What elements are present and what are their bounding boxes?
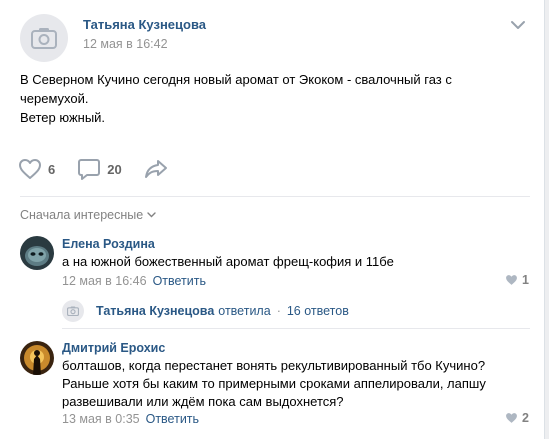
camera-icon xyxy=(67,306,79,316)
separator: · xyxy=(276,304,281,318)
sort-label: Сначала интересные xyxy=(20,208,144,222)
post-menu-button[interactable] xyxy=(510,18,526,33)
reply-button[interactable]: Ответить xyxy=(153,274,206,288)
divider xyxy=(20,196,530,197)
comment-text-line: Раньше хотя бы каким то примерными срока… xyxy=(62,376,486,391)
like-count: 6 xyxy=(48,161,56,177)
reply-author-name[interactable]: Татьяна Кузнецова xyxy=(96,304,214,318)
chevron-down-icon xyxy=(147,212,156,218)
like-button[interactable]: 6 xyxy=(18,158,55,180)
avatar-image xyxy=(20,341,54,375)
post-date[interactable]: 12 мая в 16:42 xyxy=(83,37,168,51)
reply-button[interactable]: Ответить xyxy=(146,412,199,426)
comment-like-button[interactable]: 1 xyxy=(505,273,529,287)
post-author-avatar[interactable] xyxy=(20,14,68,62)
comment-meta: 12 мая в 16:46 Ответить xyxy=(62,274,206,288)
comment-date[interactable]: 12 мая в 16:46 xyxy=(62,274,147,288)
comment-text: а на южной божественный аромат фрещ-кофи… xyxy=(62,254,394,269)
reply-author-avatar xyxy=(62,300,84,322)
reply-count[interactable]: 16 ответов xyxy=(287,304,349,318)
camera-icon xyxy=(31,28,57,49)
comment-like-count: 1 xyxy=(522,273,529,287)
comment-like-count: 2 xyxy=(522,411,529,425)
comment-text-line: развешивали или ждём пока сам выдохнется… xyxy=(62,394,344,409)
post-text-line: В Северном Кучино сегодня новый аромат о… xyxy=(20,72,452,87)
comment-text-line: болташов, когда перестанет вонять рекуль… xyxy=(62,358,486,373)
chevron-down-icon xyxy=(511,21,525,29)
post-text-line: черемухой. xyxy=(20,91,89,106)
post-text-line: Ветер южный. xyxy=(20,110,106,125)
comment-date[interactable]: 13 мая в 0:35 xyxy=(62,412,140,426)
post-card: Татьяна Кузнецова 12 мая в 16:42 В Север… xyxy=(0,0,545,439)
comment-sort-dropdown[interactable]: Сначала интересные xyxy=(20,208,156,222)
post-actions: 6 20 xyxy=(18,156,190,182)
comment-button[interactable]: 20 xyxy=(77,158,122,180)
comment-author-name[interactable]: Дмитрий Ерохис xyxy=(62,341,165,355)
post-text: В Северном Кучино сегодня новый аромат о… xyxy=(20,70,530,127)
reply-thread-link[interactable]: Татьяна Кузнецова ответила · 16 ответов xyxy=(62,300,349,322)
heart-icon xyxy=(19,159,41,179)
heart-icon xyxy=(506,413,517,423)
comment-author-name[interactable]: Елена Роздина xyxy=(62,237,155,251)
comment-count: 20 xyxy=(107,161,122,177)
comment-icon xyxy=(78,159,101,180)
comment-like-button[interactable]: 2 xyxy=(505,411,529,425)
commenter-avatar[interactable] xyxy=(20,341,54,375)
reply-verb: ответила xyxy=(218,304,271,318)
share-button[interactable] xyxy=(144,158,168,180)
commenter-avatar[interactable] xyxy=(20,236,54,270)
comment-meta: 13 мая в 0:35 Ответить xyxy=(62,412,199,426)
share-icon xyxy=(144,160,167,178)
comment-text: болташов, когда перестанет вонять рекуль… xyxy=(62,357,532,411)
avatar-image xyxy=(20,236,54,270)
post-author-name[interactable]: Татьяна Кузнецова xyxy=(83,17,206,32)
comment-divider xyxy=(62,328,530,329)
heart-icon xyxy=(506,275,517,285)
